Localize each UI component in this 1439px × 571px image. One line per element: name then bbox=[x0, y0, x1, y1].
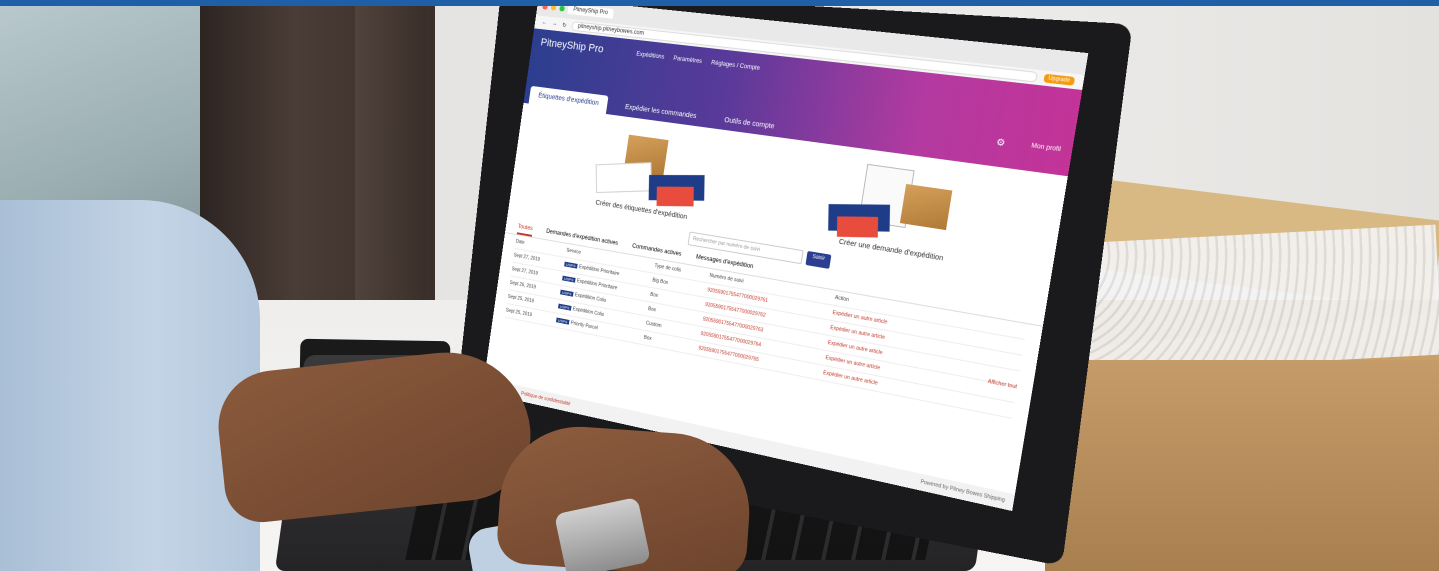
upgrade-button[interactable]: Upgrade bbox=[1043, 73, 1076, 86]
photo-scene: PitneyShip Pro ← → ↻ pitneyship.pitneybo… bbox=[0, 0, 1439, 571]
gear-icon[interactable]: ⚙ bbox=[995, 137, 1007, 150]
nav-item-settings[interactable]: Paramètres bbox=[673, 56, 702, 65]
user-menu[interactable]: Mon profil bbox=[1031, 143, 1061, 153]
person-arm bbox=[0, 200, 260, 571]
maximize-dot-icon[interactable] bbox=[559, 5, 566, 12]
nav-item-shipments[interactable]: Expéditions bbox=[636, 52, 665, 61]
nav-item-account[interactable]: Réglages / Compte bbox=[711, 60, 760, 72]
top-nav: Expéditions Paramètres Réglages / Compte bbox=[636, 52, 760, 72]
reload-icon[interactable]: ↻ bbox=[562, 22, 567, 28]
browser-tab[interactable]: PitneyShip Pro bbox=[567, 4, 614, 19]
forward-arrow-icon[interactable]: → bbox=[552, 21, 558, 27]
cardboard-box-front bbox=[1045, 360, 1439, 571]
top-accent-line bbox=[0, 0, 1439, 6]
search-button[interactable]: Saisir bbox=[805, 250, 832, 269]
back-arrow-icon[interactable]: ← bbox=[541, 20, 547, 26]
app-logo[interactable]: PitneyShip Pro bbox=[540, 37, 604, 56]
